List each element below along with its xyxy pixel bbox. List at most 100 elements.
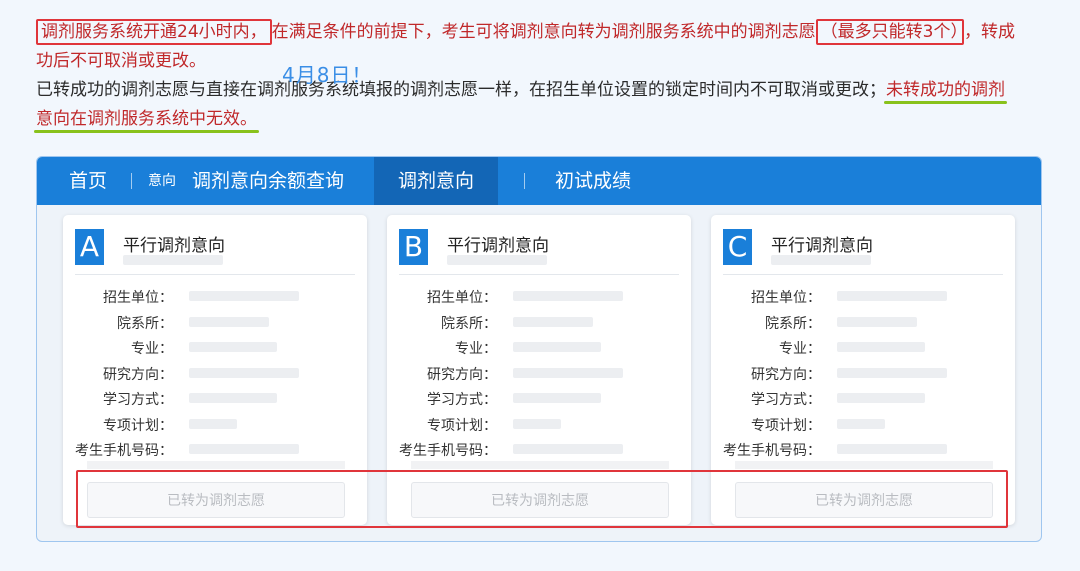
notice-line-1: 调剂服务系统开通24小时内， 在满足条件的前提下，考生可将调剂意向转为调剂服务系统… <box>36 18 1046 47</box>
card-title: 平行调剂意向 <box>771 236 873 256</box>
field-label: 考生手机号码： <box>723 443 821 459</box>
notice-line-2: 功后不可取消或更改。 <box>36 51 206 71</box>
intent-card-a: A 平行调剂意向 招生单位： 院系所： 专业： 研究方向： 学习方式： 专项计划… <box>63 215 367 525</box>
notice-highlight-max3: （最多只能转3个） <box>815 19 964 45</box>
faint-divider <box>411 461 669 469</box>
field-value-placeholder <box>837 342 925 352</box>
card-header: C 平行调剂意向 <box>723 229 1003 275</box>
field-value-placeholder <box>837 444 947 454</box>
card-fields: 招生单位： 院系所： 专业： 研究方向： 学习方式： 专项计划： 考生手机号码： <box>711 285 1015 464</box>
field-label: 院系所： <box>441 315 497 332</box>
card-letter-b: B <box>399 229 428 265</box>
field-label: 专项计划： <box>427 417 497 434</box>
card-title: 平行调剂意向 <box>447 236 549 256</box>
field-label: 学习方式： <box>751 392 821 408</box>
field-value-placeholder <box>837 291 947 301</box>
notice-warning-2: 意向在调剂服务系统中无效。 <box>36 109 257 129</box>
notice-highlight-24h: 调剂服务系统开通24小时内， <box>36 19 272 45</box>
field-mode: 学习方式： <box>63 387 367 413</box>
field-direction: 研究方向： <box>63 362 367 388</box>
field-school: 招生单位： <box>387 285 691 311</box>
field-phone: 考生手机号码： <box>387 438 691 464</box>
converted-button[interactable]: 已转为调剂志愿 <box>411 482 669 518</box>
card-letter-a: A <box>75 229 104 265</box>
field-value-placeholder <box>513 342 601 352</box>
field-label: 学习方式： <box>103 392 173 408</box>
card-subtitle-placeholder <box>771 255 871 265</box>
field-value-placeholder <box>513 444 623 454</box>
notice-text-1: 在满足条件的前提下，考生可将调剂意向转为调剂服务系统中的调剂志愿 <box>271 22 816 42</box>
field-school: 招生单位： <box>63 285 367 311</box>
field-phone: 考生手机号码： <box>63 438 367 464</box>
card-letter-c: C <box>723 229 752 265</box>
field-label: 院系所： <box>765 315 821 332</box>
field-label: 考生手机号码： <box>75 443 173 459</box>
nav-divider <box>131 173 133 189</box>
notice-line-4: 意向在调剂服务系统中无效。 <box>36 105 1046 134</box>
field-label: 招生单位： <box>751 290 821 306</box>
faint-divider <box>87 461 345 469</box>
field-value-placeholder <box>189 291 299 301</box>
nav-adjustment-intent[interactable]: 调剂意向 <box>374 157 499 205</box>
field-mode: 学习方式： <box>387 387 691 413</box>
field-label: 专业： <box>455 341 497 357</box>
field-value-placeholder <box>189 418 237 429</box>
field-value-placeholder <box>189 342 277 352</box>
field-label: 招生单位： <box>103 290 173 306</box>
converted-button[interactable]: 已转为调剂志愿 <box>87 482 345 518</box>
intent-card-c: C 平行调剂意向 招生单位： 院系所： 专业： 研究方向： 学习方式： 专项计划… <box>711 215 1015 525</box>
field-value-placeholder <box>189 316 269 327</box>
field-label: 学习方式： <box>427 392 497 408</box>
field-phone: 考生手机号码： <box>711 438 1015 464</box>
card-subtitle-placeholder <box>447 255 547 265</box>
card-subtitle-placeholder <box>123 255 223 265</box>
field-dept: 院系所： <box>387 311 691 337</box>
intent-card-b: B 平行调剂意向 招生单位： 院系所： 专业： 研究方向： 学习方式： 专项计划… <box>387 215 691 525</box>
field-plan: 专项计划： <box>387 413 691 439</box>
card-title: 平行调剂意向 <box>123 236 225 256</box>
nav-balance-query[interactable]: 调剂意向余额查询 <box>178 157 358 205</box>
field-value-placeholder <box>837 418 885 429</box>
field-value-placeholder <box>513 291 623 301</box>
notice-text-3: 已转成功的调剂志愿与直接在调剂服务系统填报的调剂志愿一样，在招生单位设置的锁定时… <box>36 80 886 100</box>
field-value-placeholder <box>513 367 623 378</box>
faint-divider <box>735 461 993 469</box>
field-value-placeholder <box>513 418 561 429</box>
card-fields: 招生单位： 院系所： 专业： 研究方向： 学习方式： 专项计划： 考生手机号码： <box>387 285 691 464</box>
nav-initial-scores[interactable]: 初试成绩 <box>535 157 645 205</box>
field-value-placeholder <box>513 393 601 403</box>
field-value-placeholder <box>837 393 925 403</box>
field-dept: 院系所： <box>63 311 367 337</box>
card-fields: 招生单位： 院系所： 专业： 研究方向： 学习方式： 专项计划： 考生手机号码： <box>63 285 367 464</box>
field-value-placeholder <box>837 367 947 378</box>
field-label: 院系所： <box>117 315 173 332</box>
date-annotation: 4月8日！ <box>282 63 373 87</box>
notice-text: 调剂服务系统开通24小时内， 在满足条件的前提下，考生可将调剂意向转为调剂服务系统… <box>36 18 1046 134</box>
intent-cards: A 平行调剂意向 招生单位： 院系所： 专业： 研究方向： 学习方式： 专项计划… <box>63 215 1015 525</box>
nav-home[interactable]: 首页 <box>37 157 121 205</box>
nav-small-label[interactable]: 意向 <box>142 157 178 205</box>
field-label: 研究方向： <box>427 366 497 383</box>
field-school: 招生单位： <box>711 285 1015 311</box>
field-value-placeholder <box>837 316 917 327</box>
top-nav: 首页 意向 调剂意向余额查询 调剂意向 初试成绩 <box>37 157 1041 205</box>
card-header: A 平行调剂意向 <box>75 229 355 275</box>
notice-line-3: 已转成功的调剂志愿与直接在调剂服务系统填报的调剂志愿一样，在招生单位设置的锁定时… <box>36 76 1046 105</box>
field-label: 专业： <box>779 341 821 357</box>
field-label: 专项计划： <box>751 417 821 434</box>
converted-button[interactable]: 已转为调剂志愿 <box>735 482 993 518</box>
field-value-placeholder <box>189 393 277 403</box>
card-header: B 平行调剂意向 <box>399 229 679 275</box>
field-major: 专业： <box>387 336 691 362</box>
field-major: 专业： <box>711 336 1015 362</box>
field-direction: 研究方向： <box>711 362 1015 388</box>
field-value-placeholder <box>189 444 299 454</box>
field-plan: 专项计划： <box>711 413 1015 439</box>
field-plan: 专项计划： <box>63 413 367 439</box>
field-value-placeholder <box>189 367 299 378</box>
field-label: 专业： <box>131 341 173 357</box>
field-label: 招生单位： <box>427 290 497 306</box>
nav-divider <box>524 173 526 189</box>
field-label: 考生手机号码： <box>399 443 497 459</box>
adjustment-panel: 首页 意向 调剂意向余额查询 调剂意向 初试成绩 A 平行调剂意向 招生单位： … <box>36 156 1042 542</box>
